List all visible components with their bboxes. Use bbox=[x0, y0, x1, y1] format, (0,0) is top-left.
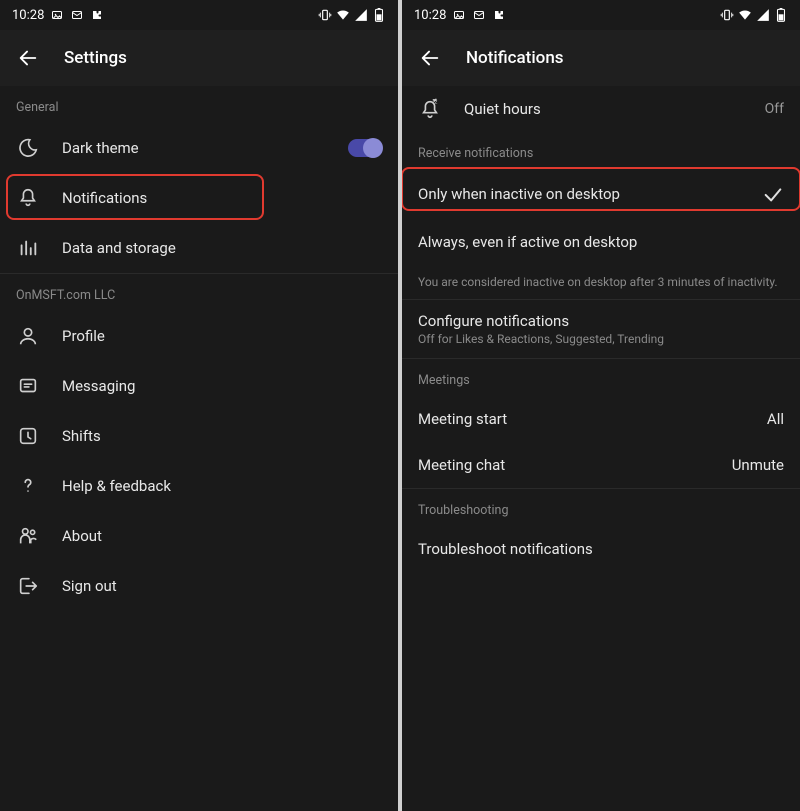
status-bar: 10:28 bbox=[402, 0, 800, 30]
app-bar: Settings bbox=[0, 30, 398, 86]
quiet-hours-label: Quiet hours bbox=[464, 100, 743, 118]
settings-item-data-storage[interactable]: Data and storage bbox=[0, 223, 398, 273]
settings-item-signout[interactable]: Sign out bbox=[0, 561, 398, 611]
meeting-start-label: Meeting start bbox=[418, 410, 507, 428]
wifi-icon bbox=[336, 8, 350, 22]
shifts-label: Shifts bbox=[62, 427, 382, 445]
setting-meeting-chat[interactable]: Meeting chat Unmute bbox=[402, 442, 800, 488]
bell-icon bbox=[16, 186, 40, 210]
moon-icon bbox=[16, 136, 40, 160]
status-time: 10:28 bbox=[414, 8, 446, 23]
section-header-meetings: Meetings bbox=[402, 359, 800, 396]
dark-theme-toggle[interactable] bbox=[348, 139, 382, 157]
puzzle-icon bbox=[90, 8, 104, 22]
message-icon bbox=[16, 374, 40, 398]
setting-configure-notifications[interactable]: Configure notifications Off for Likes & … bbox=[402, 300, 800, 358]
mms-icon bbox=[472, 8, 486, 22]
svg-text:z: z bbox=[435, 100, 438, 106]
meeting-chat-value: Unmute bbox=[732, 456, 784, 474]
page-title: Settings bbox=[64, 48, 127, 68]
settings-item-about[interactable]: About bbox=[0, 511, 398, 561]
battery-icon bbox=[774, 8, 788, 22]
setting-troubleshoot[interactable]: Troubleshoot notifications bbox=[402, 526, 800, 572]
notifications-label: Notifications bbox=[62, 189, 382, 207]
meeting-start-value: All bbox=[767, 410, 784, 428]
settings-item-dark-theme[interactable]: Dark theme bbox=[0, 123, 398, 173]
option-inactive-desktop[interactable]: Only when inactive on desktop bbox=[402, 169, 800, 219]
clock-icon bbox=[16, 424, 40, 448]
quiet-hours-icon: z bbox=[418, 97, 442, 121]
app-bar: Notifications bbox=[402, 30, 800, 86]
configure-sub: Off for Likes & Reactions, Suggested, Tr… bbox=[418, 332, 784, 346]
phone-right: 10:28 Notifications z Quiet hours bbox=[402, 0, 800, 811]
chart-icon bbox=[16, 236, 40, 260]
status-time: 10:28 bbox=[12, 8, 44, 23]
image-icon bbox=[452, 8, 466, 22]
configure-title: Configure notifications bbox=[418, 312, 784, 330]
option-always-label: Always, even if active on desktop bbox=[418, 233, 637, 251]
status-bar: 10:28 bbox=[0, 0, 398, 30]
settings-item-messaging[interactable]: Messaging bbox=[0, 361, 398, 411]
image-icon bbox=[50, 8, 64, 22]
data-storage-label: Data and storage bbox=[62, 239, 382, 257]
back-button[interactable] bbox=[16, 46, 40, 70]
signal-icon bbox=[354, 8, 368, 22]
help-icon bbox=[16, 474, 40, 498]
signout-label: Sign out bbox=[62, 577, 382, 595]
page-title: Notifications bbox=[466, 48, 564, 68]
settings-item-notifications[interactable]: Notifications bbox=[0, 173, 398, 223]
dual-screenshots: 10:28 Settings General Dark the bbox=[0, 0, 800, 811]
option-inactive-label: Only when inactive on desktop bbox=[418, 185, 620, 203]
mms-icon bbox=[70, 8, 84, 22]
vibrate-icon bbox=[720, 8, 734, 22]
inactive-note: You are considered inactive on desktop a… bbox=[402, 265, 800, 299]
battery-icon bbox=[372, 8, 386, 22]
profile-label: Profile bbox=[62, 327, 382, 345]
puzzle-icon bbox=[492, 8, 506, 22]
setting-quiet-hours[interactable]: z Quiet hours Off bbox=[402, 86, 800, 132]
dark-theme-label: Dark theme bbox=[62, 139, 326, 157]
section-header-receive: Receive notifications bbox=[402, 132, 800, 169]
back-button[interactable] bbox=[418, 46, 442, 70]
settings-item-profile[interactable]: Profile bbox=[0, 311, 398, 361]
section-header-org: OnMSFT.com LLC bbox=[0, 274, 398, 311]
meeting-chat-label: Meeting chat bbox=[418, 456, 505, 474]
option-always-desktop[interactable]: Always, even if active on desktop bbox=[402, 219, 800, 265]
signal-icon bbox=[756, 8, 770, 22]
messaging-label: Messaging bbox=[62, 377, 382, 395]
profile-icon bbox=[16, 324, 40, 348]
troubleshoot-label: Troubleshoot notifications bbox=[418, 540, 593, 558]
phone-left: 10:28 Settings General Dark the bbox=[0, 0, 398, 811]
settings-item-shifts[interactable]: Shifts bbox=[0, 411, 398, 461]
about-label: About bbox=[62, 527, 382, 545]
quiet-hours-value: Off bbox=[765, 101, 784, 117]
signout-icon bbox=[16, 574, 40, 598]
settings-item-help[interactable]: Help & feedback bbox=[0, 461, 398, 511]
check-icon bbox=[762, 183, 784, 205]
setting-meeting-start[interactable]: Meeting start All bbox=[402, 396, 800, 442]
section-header-general: General bbox=[0, 86, 398, 123]
section-header-troubleshooting: Troubleshooting bbox=[402, 489, 800, 526]
wifi-icon bbox=[738, 8, 752, 22]
vibrate-icon bbox=[318, 8, 332, 22]
teams-icon bbox=[16, 524, 40, 548]
help-label: Help & feedback bbox=[62, 477, 382, 495]
